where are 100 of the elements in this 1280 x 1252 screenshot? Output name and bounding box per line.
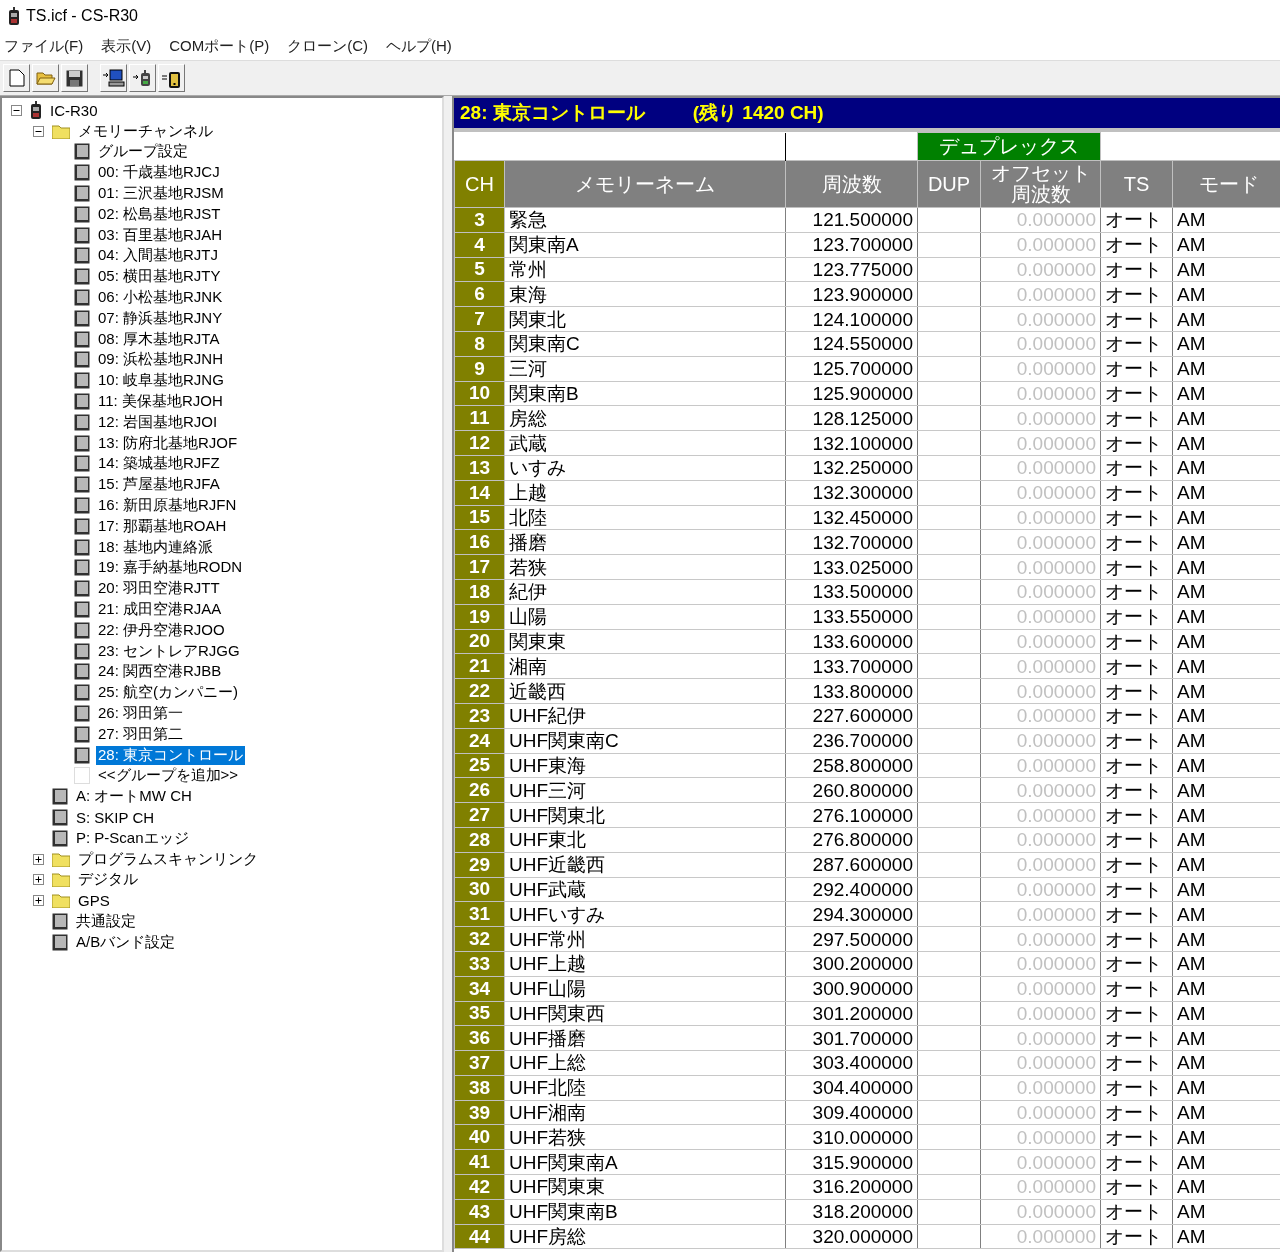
table-cell: オート [1100, 1125, 1173, 1150]
tree-item[interactable]: 01: 三沢基地RJSM [96, 184, 226, 204]
tree-item[interactable]: 17: 那覇基地ROAH [96, 516, 229, 536]
table-cell: 0.000000 [980, 678, 1101, 704]
tree-item[interactable]: 10: 岐阜基地RJNG [96, 371, 226, 391]
tree-item[interactable]: A/Bバンド設定 [74, 932, 178, 952]
radio-transfer-button[interactable] [129, 64, 156, 92]
menu-item[interactable]: ヘルプ(H) [386, 36, 452, 56]
tree-item[interactable]: 13: 防府北基地RJOF [96, 433, 240, 453]
tree-item[interactable]: 14: 築城基地RJFZ [96, 454, 222, 474]
radio-info-button[interactable] [158, 64, 185, 92]
table-cell: AM [1172, 480, 1280, 506]
menu-item[interactable]: 表示(V) [101, 36, 152, 56]
tree-item[interactable]: 21: 成田空港RJAA [96, 600, 224, 619]
table-cell: 0.000000 [980, 1050, 1101, 1076]
tree-item[interactable]: 19: 嘉手納基地RODN [96, 558, 245, 578]
channel-number: 44 [454, 1224, 505, 1249]
clone-to-computer-button[interactable] [100, 64, 127, 92]
table-cell: 緊急 [504, 207, 786, 233]
tree-item[interactable]: 28: 東京コントロール [96, 745, 246, 765]
channel-number: 13 [454, 455, 505, 481]
tree-item[interactable]: 06: 小松基地RJNK [96, 288, 225, 308]
tree-item[interactable]: GPS [76, 892, 112, 910]
tree-item[interactable]: 25: 航空(カンパニー) [96, 683, 240, 703]
tree-item[interactable]: 05: 横田基地RJTY [96, 267, 223, 287]
tree-item[interactable]: IC-R30 [48, 101, 100, 119]
table-cell: オート [1100, 629, 1173, 654]
tree-item[interactable]: 26: 羽田第一 [96, 704, 186, 723]
tree-item[interactable]: グループ設定 [96, 142, 190, 162]
tree-item[interactable]: デジタル [76, 870, 140, 890]
tree-item[interactable]: <<グループを追加>> [96, 766, 241, 786]
memory-page-icon [74, 413, 90, 431]
tree-item[interactable]: 16: 新田原基地RJFN [96, 496, 239, 516]
menu-item[interactable]: ファイル(F) [4, 36, 84, 56]
table-cell: UHF播磨 [504, 1025, 786, 1051]
table-cell: オート [1100, 1075, 1173, 1101]
tree-item[interactable]: 12: 岩国基地RJOI [96, 412, 220, 432]
tree-item[interactable]: 20: 羽田空港RJTT [96, 579, 222, 599]
column-header[interactable]: メモリーネーム [504, 160, 786, 208]
table-cell: オート [1100, 703, 1173, 729]
tree-item[interactable]: 15: 芦屋基地RJFA [96, 475, 222, 495]
tree-item[interactable]: 23: セントレアRJGG [96, 641, 242, 661]
table-cell: オート [1100, 901, 1173, 927]
expand-icon[interactable] [32, 895, 44, 907]
table-cell: 123.900000 [785, 281, 918, 307]
tree-item[interactable]: P: P-Scanエッジ [74, 828, 191, 848]
table-cell: 関東南C [504, 331, 786, 357]
table-cell: UHFいすみ [504, 901, 786, 927]
tree-item[interactable]: 04: 入間基地RJTJ [96, 246, 220, 266]
tree-item[interactable]: 00: 千歳基地RJCJ [96, 163, 222, 183]
tree-item[interactable]: A: オートMW CH [74, 787, 194, 807]
table-cell: オート [1100, 257, 1173, 282]
table-cell: 0.000000 [980, 505, 1101, 530]
tree-item[interactable]: 共通設定 [74, 911, 138, 931]
memory-page-icon [74, 621, 90, 639]
tree-item[interactable]: 08: 厚木基地RJTA [96, 329, 222, 349]
tree-item[interactable]: メモリーチャンネル [76, 121, 215, 141]
table-cell: 0.000000 [980, 455, 1101, 481]
save-button[interactable] [61, 64, 88, 92]
collapse-icon[interactable] [10, 104, 22, 116]
column-header[interactable]: モード [1172, 160, 1280, 208]
column-header[interactable]: CH [454, 160, 505, 208]
tree-item[interactable]: 11: 美保基地RJOH [96, 392, 225, 412]
collapse-icon[interactable] [32, 125, 44, 137]
expand-icon[interactable] [32, 874, 44, 886]
table-cell: AM [1172, 405, 1280, 431]
tree-item[interactable]: 03: 百里基地RJAH [96, 225, 225, 245]
memory-page-icon [74, 705, 90, 722]
column-header[interactable]: 周波数 [785, 160, 918, 208]
channel-number: 32 [454, 926, 505, 952]
channel-number: 24 [454, 728, 505, 754]
tree-item[interactable]: プログラムスキャンリンク [76, 849, 260, 869]
memory-page-icon [52, 809, 68, 826]
column-header[interactable]: オフセット周波数 [980, 160, 1101, 208]
channel-number: 12 [454, 430, 505, 456]
table-cell: オート [1100, 232, 1173, 258]
menu-item[interactable]: COMポート(P) [169, 36, 270, 56]
tree-item[interactable]: S: SKIP CH [74, 809, 157, 826]
open-button[interactable] [32, 64, 59, 92]
channel-number: 14 [454, 480, 505, 506]
table-cell: オート [1100, 455, 1173, 481]
tree-item[interactable]: 02: 松島基地RJST [96, 204, 223, 224]
new-file-button[interactable] [3, 64, 30, 92]
table-cell: UHF房総 [504, 1224, 786, 1249]
table-cell: 297.500000 [785, 926, 918, 952]
tree-item[interactable]: 18: 基地内連絡派 [96, 537, 216, 557]
tree-item[interactable]: 22: 伊丹空港RJOO [96, 620, 227, 640]
expand-icon[interactable] [32, 853, 44, 865]
channel-number: 38 [454, 1075, 505, 1101]
tree-item[interactable]: 27: 羽田第二 [96, 724, 186, 744]
tree-item[interactable]: 07: 静浜基地RJNY [96, 308, 225, 328]
table-cell: AM [1172, 232, 1280, 258]
tree-item[interactable]: 09: 浜松基地RJNH [96, 350, 226, 370]
table-cell: AM [1172, 976, 1280, 1001]
tree-item[interactable]: 24: 関西空港RJBB [96, 662, 224, 682]
menu-item[interactable]: クローン(C) [287, 36, 368, 56]
table-cell: AM [1172, 604, 1280, 630]
memory-page-icon [74, 372, 90, 390]
column-header[interactable]: DUP [917, 160, 981, 208]
column-header[interactable]: TS [1100, 160, 1173, 208]
